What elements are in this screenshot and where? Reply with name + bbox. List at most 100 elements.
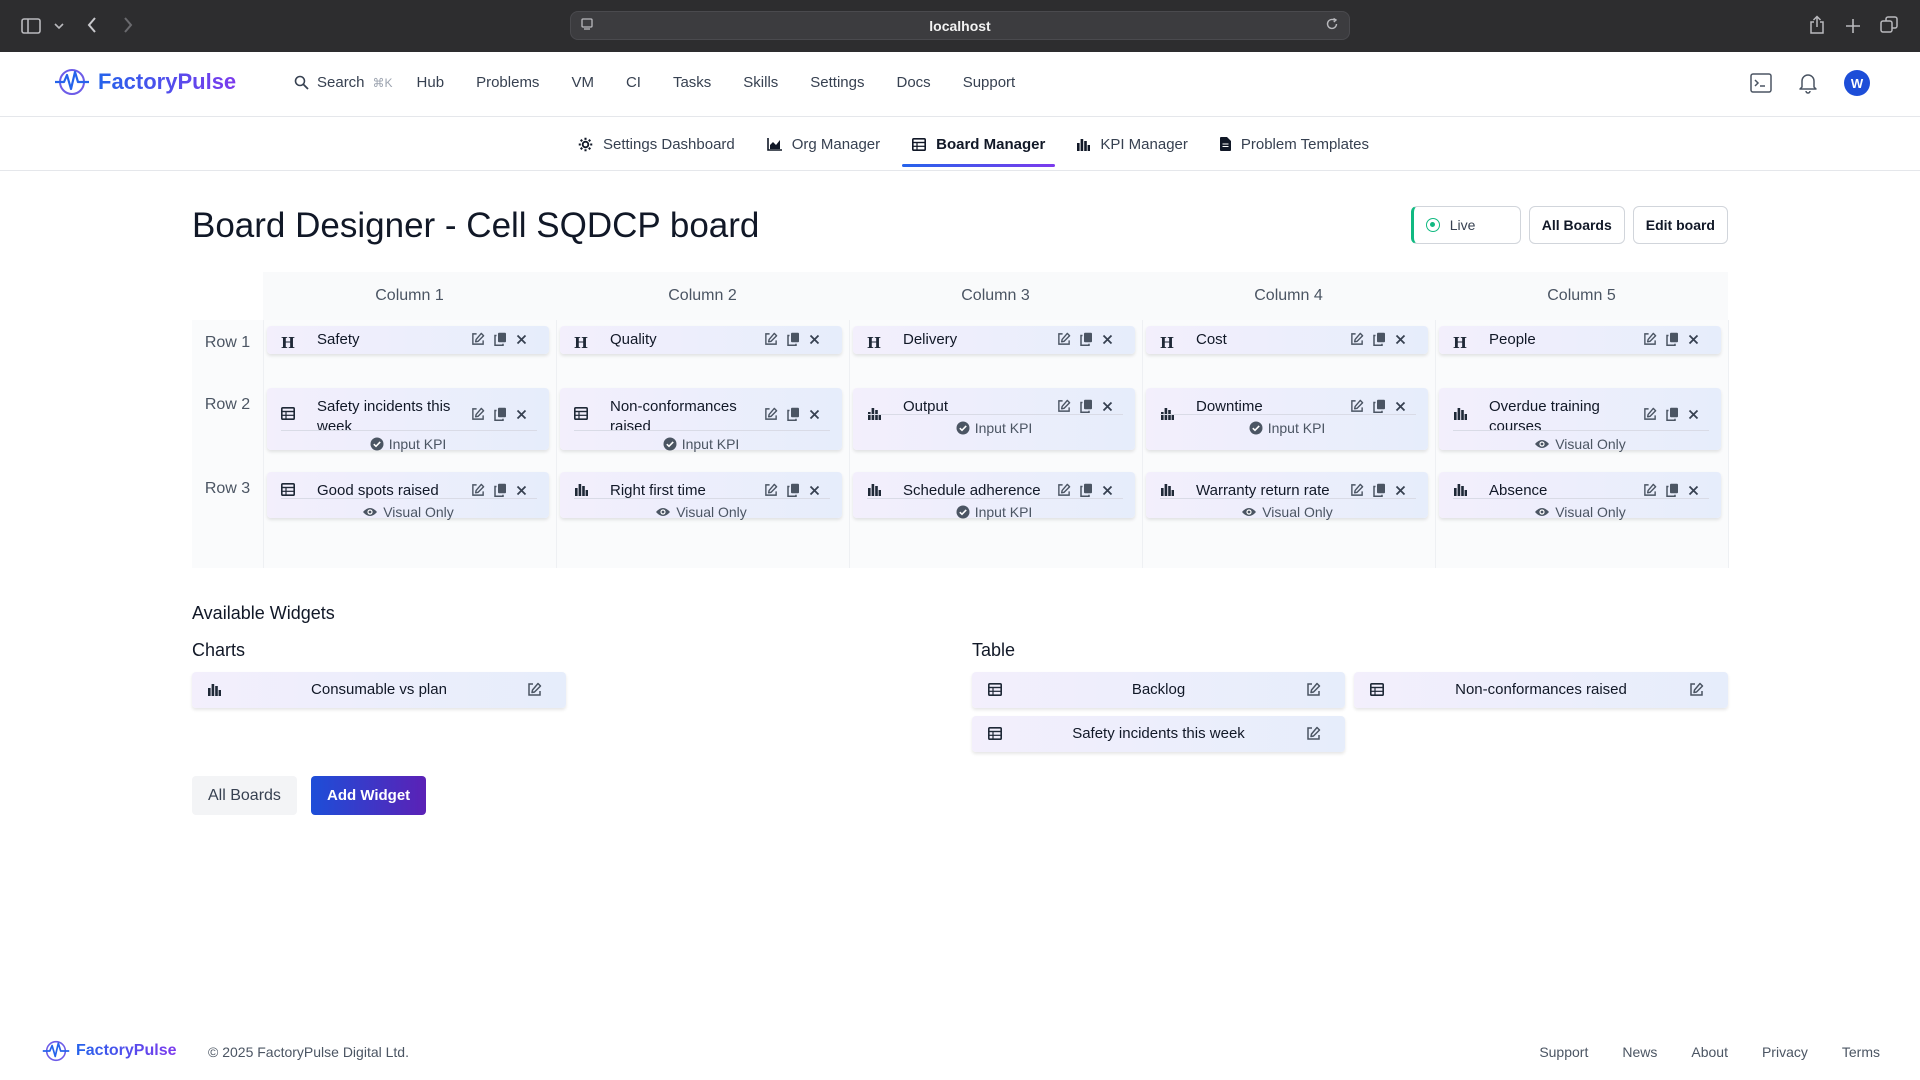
board-widget[interactable]: Good spots raised Visual Only [267,472,549,520]
close-icon[interactable] [1395,485,1406,496]
close-icon[interactable] [516,485,527,496]
edit-icon[interactable] [1306,682,1321,702]
edit-icon[interactable] [1643,332,1657,346]
nav-hub[interactable]: Hub [417,74,445,91]
close-icon[interactable] [1688,334,1699,345]
sidebar-toggle-icon[interactable] [21,17,41,35]
available-widget[interactable]: Safety incidents this week [972,716,1345,752]
close-icon[interactable] [516,409,527,420]
close-icon[interactable] [516,334,527,345]
edit-board-button[interactable]: Edit board [1632,206,1728,244]
close-icon[interactable] [809,409,820,420]
board-widget[interactable]: Non-conformances raised Input KPI [560,388,842,452]
board-widget[interactable]: Overdue training courses Visual Only [1439,388,1721,452]
edit-icon[interactable] [1057,332,1071,346]
nav-skills[interactable]: Skills [743,74,778,91]
edit-icon[interactable] [1306,726,1321,746]
address-bar[interactable]: localhost [570,11,1350,40]
board-widget[interactable]: H People [1439,326,1721,354]
nav-ci[interactable]: CI [626,74,641,91]
duplicate-icon[interactable] [1080,483,1093,497]
duplicate-icon[interactable] [1666,483,1679,497]
close-icon[interactable] [1395,401,1406,412]
duplicate-icon[interactable] [787,407,800,421]
nav-tasks[interactable]: Tasks [673,74,711,91]
available-widget[interactable]: Non-conformances raised [1354,672,1728,708]
board-widget[interactable]: Output Input KPI [853,388,1135,450]
all-boards-button[interactable]: All Boards [1528,206,1625,244]
board-widget[interactable]: Schedule adherence Input KPI [853,472,1135,520]
nav-support[interactable]: Support [963,74,1016,91]
edit-icon[interactable] [471,407,485,421]
edit-icon[interactable] [1057,399,1071,413]
footer-brand[interactable]: FactoryPulse [42,1040,176,1062]
duplicate-icon[interactable] [1080,332,1093,346]
close-icon[interactable] [1102,401,1113,412]
board-widget[interactable]: Safety incidents this week Input KPI [267,388,549,452]
edit-icon[interactable] [764,407,778,421]
close-icon[interactable] [809,485,820,496]
close-icon[interactable] [1395,334,1406,345]
board-widget[interactable]: Warranty return rate Visual Only [1146,472,1428,520]
footer-link-support[interactable]: Support [1539,1044,1588,1060]
new-tab-icon[interactable] [1845,18,1861,34]
close-icon[interactable] [809,334,820,345]
live-toggle-button[interactable]: Live [1410,206,1521,244]
nav-vm[interactable]: VM [571,74,594,91]
edit-icon[interactable] [764,483,778,497]
close-icon[interactable] [1688,409,1699,420]
board-widget[interactable]: H Quality [560,326,842,354]
available-widget[interactable]: Backlog [972,672,1345,708]
url-text[interactable]: localhost [571,18,1349,34]
edit-icon[interactable] [471,332,485,346]
edit-icon[interactable] [527,682,542,702]
back-icon[interactable] [86,16,98,34]
nav-docs[interactable]: Docs [897,74,931,91]
forward-icon[interactable] [122,16,134,34]
available-widget[interactable]: Consumable vs plan [192,672,566,708]
close-icon[interactable] [1102,334,1113,345]
nav-settings[interactable]: Settings [810,74,864,91]
tab-board-manager[interactable]: Board Manager [902,117,1056,171]
duplicate-icon[interactable] [494,407,507,421]
terminal-icon[interactable] [1750,73,1772,93]
add-widget-button[interactable]: Add Widget [311,776,427,815]
board-widget[interactable]: H Delivery [853,326,1135,354]
board-widget[interactable]: Downtime Input KPI [1146,388,1428,450]
tab-settings-dashboard[interactable]: Settings Dashboard [568,117,745,171]
duplicate-icon[interactable] [1080,399,1093,413]
duplicate-icon[interactable] [494,483,507,497]
edit-icon[interactable] [1350,483,1364,497]
search-button[interactable]: Search ⌘K [294,74,393,91]
board-widget[interactable]: Right first time Visual Only [560,472,842,520]
edit-icon[interactable] [764,332,778,346]
footer-link-privacy[interactable]: Privacy [1762,1044,1808,1060]
board-widget[interactable]: H Cost [1146,326,1428,354]
edit-icon[interactable] [1643,483,1657,497]
bell-icon[interactable] [1798,72,1818,94]
duplicate-icon[interactable] [787,483,800,497]
share-icon[interactable] [1809,15,1825,35]
close-icon[interactable] [1102,485,1113,496]
all-boards-footer-button[interactable]: All Boards [192,776,297,815]
footer-link-terms[interactable]: Terms [1842,1044,1880,1060]
duplicate-icon[interactable] [1373,399,1386,413]
footer-link-news[interactable]: News [1622,1044,1657,1060]
edit-icon[interactable] [1689,682,1704,702]
close-icon[interactable] [1688,485,1699,496]
avatar[interactable]: W [1844,70,1870,96]
edit-icon[interactable] [1643,407,1657,421]
edit-icon[interactable] [471,483,485,497]
edit-icon[interactable] [1057,483,1071,497]
nav-problems[interactable]: Problems [476,74,539,91]
footer-link-about[interactable]: About [1691,1044,1728,1060]
edit-icon[interactable] [1350,399,1364,413]
duplicate-icon[interactable] [494,332,507,346]
edit-icon[interactable] [1350,332,1364,346]
duplicate-icon[interactable] [1666,407,1679,421]
tab-kpi-manager[interactable]: KPI Manager [1067,117,1198,171]
board-widget[interactable]: H Safety [267,326,549,354]
duplicate-icon[interactable] [1373,332,1386,346]
reload-icon[interactable] [1325,17,1339,31]
duplicate-icon[interactable] [787,332,800,346]
